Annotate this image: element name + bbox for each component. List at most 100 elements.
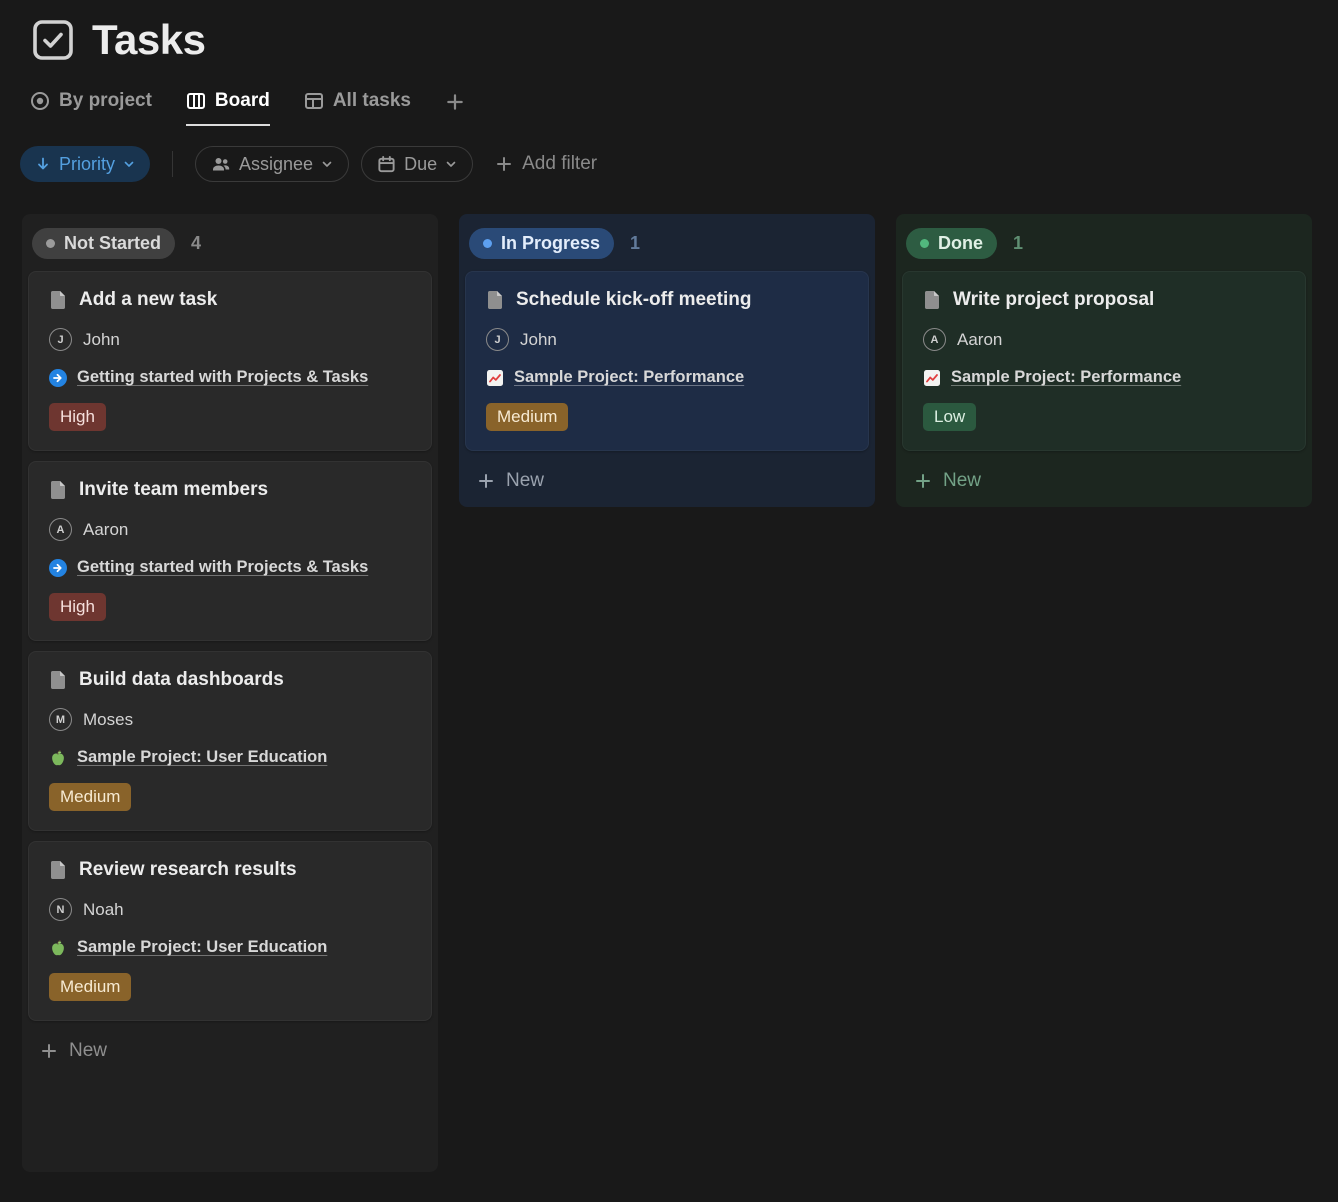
assignee: N Noah <box>49 898 411 921</box>
task-title: Invite team members <box>79 479 268 501</box>
task-card[interactable]: Add a new task J John Getting started wi… <box>28 271 432 451</box>
plus-icon <box>914 472 932 490</box>
plus-icon <box>40 1042 58 1060</box>
new-task-button[interactable]: New <box>902 461 1306 503</box>
assignee: J John <box>49 328 411 351</box>
assignee: J John <box>486 328 848 351</box>
task-card[interactable]: Invite team members A Aaron Getting star… <box>28 461 432 641</box>
column-done: Done 1 Write project proposal A Aaron Sa… <box>896 214 1312 507</box>
add-filter-label: Add filter <box>522 153 597 175</box>
tab-by-project[interactable]: By project <box>30 90 152 126</box>
status-dot <box>46 239 55 248</box>
assignee-name: Noah <box>83 900 124 920</box>
avatar: J <box>49 328 72 351</box>
plus-icon <box>445 92 465 112</box>
plus-icon <box>495 155 513 173</box>
tab-label: By project <box>59 90 152 112</box>
column-not-started: Not Started 4 Add a new task J John Gett… <box>22 214 438 1172</box>
assignee-name: Moses <box>83 710 133 730</box>
assignee: M Moses <box>49 708 411 731</box>
avatar: A <box>49 518 72 541</box>
add-view-button[interactable] <box>445 92 465 126</box>
task-card[interactable]: Write project proposal A Aaron Sample Pr… <box>902 271 1306 451</box>
assignee: A Aaron <box>923 328 1285 351</box>
assignee-name: Aaron <box>957 330 1002 350</box>
view-tabs: By project Board All tasks <box>30 90 1338 126</box>
chart-icon <box>486 369 504 387</box>
column-count: 1 <box>1013 233 1023 254</box>
status-dot <box>920 239 929 248</box>
chart-icon <box>923 369 941 387</box>
page-icon <box>49 860 67 880</box>
plus-icon <box>477 472 495 490</box>
task-title: Review research results <box>79 859 297 881</box>
due-filter-label: Due <box>404 154 437 175</box>
assignee-filter-label: Assignee <box>239 154 313 175</box>
task-card[interactable]: Build data dashboards M Moses Sample Pro… <box>28 651 432 831</box>
column-count: 4 <box>191 233 201 254</box>
page-icon <box>49 480 67 500</box>
assignee: A Aaron <box>49 518 411 541</box>
kanban-board: Not Started 4 Add a new task J John Gett… <box>22 214 1338 1172</box>
avatar: J <box>486 328 509 351</box>
avatar: N <box>49 898 72 921</box>
due-filter-button[interactable]: Due <box>361 146 473 182</box>
add-filter-button[interactable]: Add filter <box>495 153 597 175</box>
task-title: Schedule kick-off meeting <box>516 289 751 311</box>
chevron-down-icon <box>123 158 135 170</box>
people-icon <box>211 154 231 174</box>
page-icon <box>49 670 67 690</box>
priority-tag: Medium <box>49 973 131 1001</box>
new-task-label: New <box>943 470 981 492</box>
tab-board[interactable]: Board <box>186 90 270 126</box>
priority-tag: High <box>49 403 106 431</box>
page-icon <box>923 290 941 310</box>
column-count: 1 <box>630 233 640 254</box>
avatar: A <box>923 328 946 351</box>
project-link[interactable]: Getting started with Projects & Tasks <box>77 368 368 387</box>
project-link[interactable]: Getting started with Projects & Tasks <box>77 558 368 577</box>
assignee-name: John <box>520 330 557 350</box>
avatar: M <box>49 708 72 731</box>
task-title: Write project proposal <box>953 289 1154 311</box>
status-pill-done[interactable]: Done <box>906 228 997 259</box>
project-link[interactable]: Sample Project: Performance <box>951 368 1181 387</box>
task-card[interactable]: Review research results N Noah Sample Pr… <box>28 841 432 1021</box>
project-link[interactable]: Sample Project: Performance <box>514 368 744 387</box>
assignee-filter-button[interactable]: Assignee <box>195 146 349 182</box>
task-card[interactable]: Schedule kick-off meeting J John Sample … <box>465 271 869 451</box>
target-icon <box>30 91 50 111</box>
status-pill-not-started[interactable]: Not Started <box>32 228 175 259</box>
tab-label: All tasks <box>333 90 411 112</box>
tab-all-tasks[interactable]: All tasks <box>304 90 411 126</box>
task-title: Add a new task <box>79 289 217 311</box>
status-label: In Progress <box>501 233 600 254</box>
page-icon <box>486 290 504 310</box>
new-task-button[interactable]: New <box>465 461 869 503</box>
priority-tag: Medium <box>486 403 568 431</box>
board-icon <box>186 91 206 111</box>
checkbox-icon <box>30 17 76 63</box>
status-pill-in-progress[interactable]: In Progress <box>469 228 614 259</box>
priority-tag: Medium <box>49 783 131 811</box>
task-title: Build data dashboards <box>79 669 284 691</box>
sort-label: Priority <box>59 154 115 175</box>
arrow-down-icon <box>35 156 51 172</box>
filter-bar: Priority Assignee Due Add filter <box>20 146 1338 182</box>
project-link[interactable]: Sample Project: User Education <box>77 748 327 767</box>
status-dot <box>483 239 492 248</box>
project-link[interactable]: Sample Project: User Education <box>77 938 327 957</box>
page-title: Tasks <box>92 16 205 64</box>
priority-tag: High <box>49 593 106 621</box>
divider <box>172 151 173 177</box>
page-icon <box>49 290 67 310</box>
tab-label: Board <box>215 90 270 112</box>
assignee-name: John <box>83 330 120 350</box>
table-icon <box>304 91 324 111</box>
new-task-button[interactable]: New <box>28 1031 432 1073</box>
sort-priority-button[interactable]: Priority <box>20 146 150 182</box>
column-in-progress: In Progress 1 Schedule kick-off meeting … <box>459 214 875 507</box>
chevron-down-icon <box>321 158 333 170</box>
new-task-label: New <box>506 470 544 492</box>
assignee-name: Aaron <box>83 520 128 540</box>
